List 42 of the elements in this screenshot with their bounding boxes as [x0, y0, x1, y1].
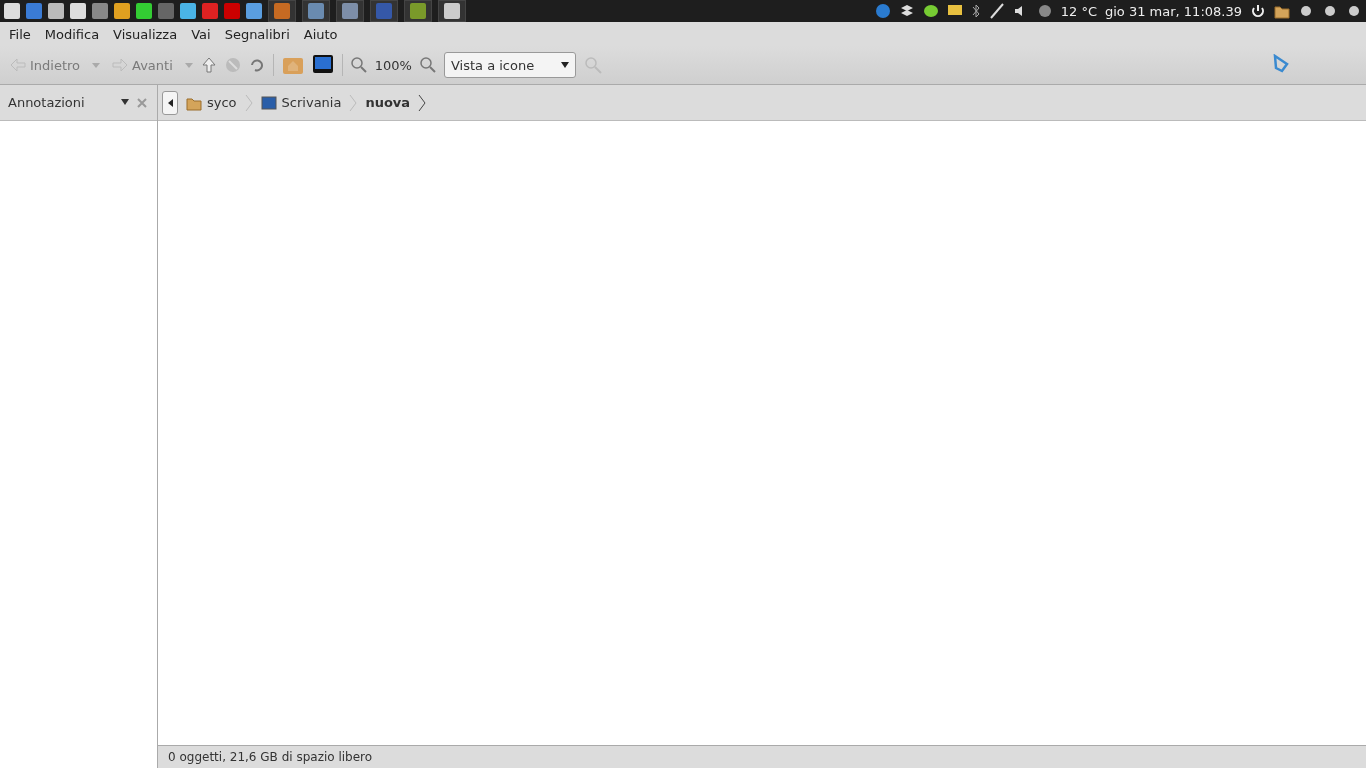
- clock-text[interactable]: gio 31 mar, 11:08.39: [1105, 3, 1242, 19]
- close-icon[interactable]: [135, 95, 149, 110]
- view-mode-dropdown[interactable]: Vista a icone: [443, 52, 576, 78]
- power-icon[interactable]: [1250, 3, 1266, 19]
- forward-arrow-icon: [112, 58, 129, 72]
- menu-item[interactable]: Segnalibri: [217, 26, 297, 42]
- task-button[interactable]: [336, 0, 364, 22]
- chevron-icon: [349, 92, 358, 113]
- window-control-icon[interactable]: [1322, 3, 1338, 19]
- window-control-icon[interactable]: [1298, 3, 1314, 19]
- desktop-icon: [260, 94, 277, 111]
- breadcrumb-item[interactable]: syco: [184, 94, 239, 111]
- task-button[interactable]: [268, 0, 296, 22]
- caret-icon: [560, 62, 569, 68]
- chat-bubble-icon[interactable]: [922, 3, 939, 19]
- menu-item[interactable]: Modifica: [37, 26, 107, 42]
- menu-item[interactable]: Aiuto: [296, 26, 345, 42]
- back-arrow-icon: [10, 58, 26, 72]
- menu-item[interactable]: Visualizza: [106, 26, 185, 42]
- task-button[interactable]: [438, 0, 466, 22]
- up-arrow-icon[interactable]: [200, 57, 217, 73]
- plug-icon[interactable]: [988, 3, 1005, 19]
- scroll-left-button[interactable]: [162, 90, 178, 115]
- temperature-text: 12 °C: [1060, 3, 1097, 19]
- bluetooth-icon[interactable]: [970, 3, 981, 19]
- window-control-icon[interactable]: [1346, 3, 1362, 19]
- breadcrumb-item[interactable]: nuova: [363, 95, 413, 110]
- breadcrumb-item[interactable]: Scrivania: [258, 94, 344, 111]
- reload-icon[interactable]: [248, 57, 265, 73]
- chevron-icon: [418, 92, 427, 113]
- chevron-icon: [244, 92, 253, 113]
- folder-icon: [1274, 3, 1290, 19]
- zoom-level: 100%: [374, 57, 412, 73]
- menu-item[interactable]: File: [2, 26, 38, 42]
- task-button[interactable]: [404, 0, 432, 22]
- menu-item[interactable]: Vai: [184, 26, 218, 42]
- zoom-out-icon[interactable]: [350, 57, 367, 73]
- status-text: 0 oggetti, 21,6 GB di spazio libero: [158, 745, 1366, 768]
- zoom-in-icon[interactable]: [419, 57, 436, 73]
- task-button[interactable]: [302, 0, 330, 22]
- left-arrow-icon: [167, 98, 173, 107]
- computer-icon[interactable]: [311, 54, 334, 76]
